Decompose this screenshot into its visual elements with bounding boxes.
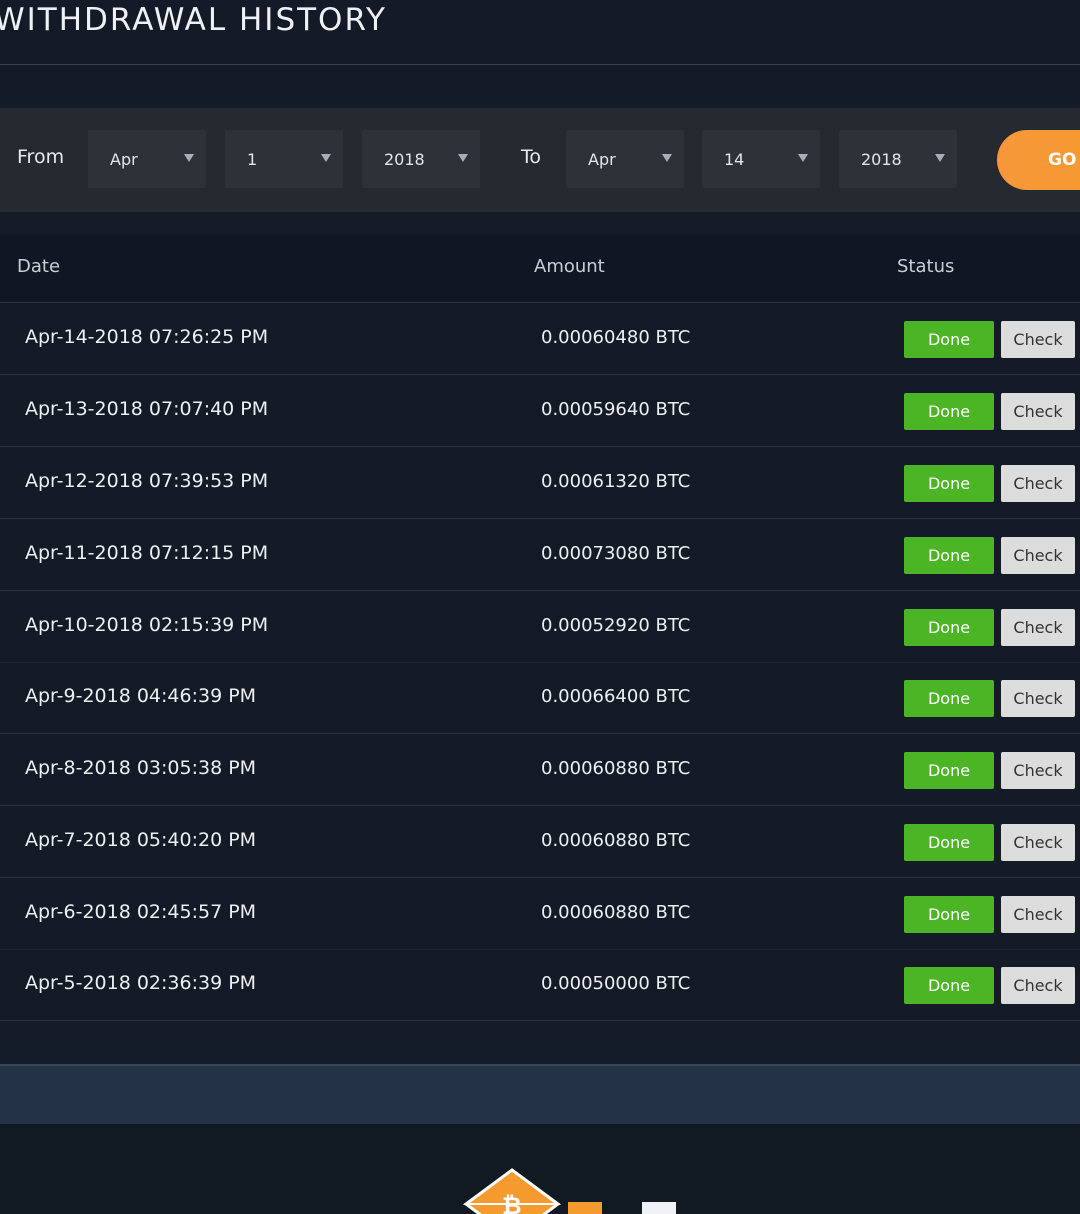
row-date: Apr-14-2018 07:26:25 PM <box>25 326 269 348</box>
check-button[interactable]: Check <box>1001 680 1075 717</box>
table-row: Apr-11-2018 07:12:15 PM 0.00073080 BTC D… <box>0 519 1080 591</box>
row-amount: 0.00060880 BTC <box>541 758 691 779</box>
row-date: Apr-6-2018 02:45:57 PM <box>25 901 257 923</box>
table-row: Apr-13-2018 07:07:40 PM 0.00059640 BTC D… <box>0 375 1080 447</box>
table-row: Apr-14-2018 07:26:25 PM 0.00060480 BTC D… <box>0 303 1080 375</box>
column-header-date: Date <box>17 256 61 277</box>
row-amount: 0.00060880 BTC <box>541 902 691 923</box>
row-date: Apr-9-2018 04:46:39 PM <box>25 685 257 707</box>
chevron-down-icon <box>184 154 194 162</box>
title-divider <box>0 64 1080 65</box>
check-button[interactable]: Check <box>1001 321 1075 358</box>
withdrawal-history-page: WITHDRAWAL HISTORY From Apr 1 2018 To Ap… <box>0 0 1080 1214</box>
to-month-value: Apr <box>588 150 616 169</box>
table-row: Apr-8-2018 03:05:38 PM 0.00060880 BTC Do… <box>0 734 1080 806</box>
check-button[interactable]: Check <box>1001 393 1075 430</box>
chevron-down-icon <box>321 154 331 162</box>
row-date: Apr-5-2018 02:36:39 PM <box>25 972 257 994</box>
table-row: Apr-5-2018 02:36:39 PM 0.00050000 BTC Do… <box>0 949 1080 1021</box>
done-status-button[interactable]: Done <box>904 896 994 933</box>
row-date: Apr-12-2018 07:39:53 PM <box>25 470 269 492</box>
from-year-value: 2018 <box>384 150 425 169</box>
from-day-value: 1 <box>247 150 258 169</box>
done-status-button[interactable]: Done <box>904 824 994 861</box>
done-status-button[interactable]: Done <box>904 680 994 717</box>
to-label: To <box>521 146 542 168</box>
svg-text:₿: ₿ <box>502 1192 522 1214</box>
from-month-select[interactable]: Apr <box>88 130 206 188</box>
chevron-down-icon <box>798 154 808 162</box>
done-status-button[interactable]: Done <box>904 537 994 574</box>
from-month-value: Apr <box>110 150 138 169</box>
table-row: Apr-10-2018 02:15:39 PM 0.00052920 BTC D… <box>0 591 1080 663</box>
to-year-select[interactable]: 2018 <box>839 130 957 188</box>
done-status-button[interactable]: Done <box>904 752 994 789</box>
row-amount: 0.00066400 BTC <box>541 686 691 707</box>
row-date: Apr-11-2018 07:12:15 PM <box>25 542 269 564</box>
done-status-button[interactable]: Done <box>904 967 994 1004</box>
row-amount: 0.00052920 BTC <box>541 615 691 636</box>
bitcoin-diamond-logo-icon: ₿ <box>462 1168 676 1214</box>
row-date: Apr-7-2018 05:40:20 PM <box>25 829 257 851</box>
row-amount: 0.00060480 BTC <box>541 327 691 348</box>
row-amount: 0.00061320 BTC <box>541 471 691 492</box>
check-button[interactable]: Check <box>1001 752 1075 789</box>
from-day-select[interactable]: 1 <box>225 130 343 188</box>
to-month-select[interactable]: Apr <box>566 130 684 188</box>
check-button[interactable]: Check <box>1001 609 1075 646</box>
row-amount: 0.00060880 BTC <box>541 830 691 851</box>
table-row: Apr-7-2018 05:40:20 PM 0.00060880 BTC Do… <box>0 806 1080 878</box>
row-amount: 0.00050000 BTC <box>541 973 691 994</box>
go-button[interactable]: GO <box>997 130 1080 190</box>
done-status-button[interactable]: Done <box>904 393 994 430</box>
from-year-select[interactable]: 2018 <box>362 130 480 188</box>
to-day-value: 14 <box>724 150 745 169</box>
check-button[interactable]: Check <box>1001 824 1075 861</box>
check-button[interactable]: Check <box>1001 896 1075 933</box>
column-header-amount: Amount <box>534 256 605 277</box>
chevron-down-icon <box>935 154 945 162</box>
check-button[interactable]: Check <box>1001 967 1075 1004</box>
table-row: Apr-6-2018 02:45:57 PM 0.00060880 BTC Do… <box>0 878 1080 950</box>
chevron-down-icon <box>662 154 672 162</box>
row-amount: 0.00059640 BTC <box>541 399 691 420</box>
page-title: WITHDRAWAL HISTORY <box>0 2 387 38</box>
from-label: From <box>17 146 65 168</box>
chevron-down-icon <box>458 154 468 162</box>
to-day-select[interactable]: 14 <box>702 130 820 188</box>
bottom-band <box>0 1066 1080 1124</box>
table-row: Apr-9-2018 04:46:39 PM 0.00066400 BTC Do… <box>0 662 1080 734</box>
row-date: Apr-13-2018 07:07:40 PM <box>25 398 269 420</box>
row-amount: 0.00073080 BTC <box>541 543 691 564</box>
column-header-status: Status <box>897 256 955 277</box>
done-status-button[interactable]: Done <box>904 609 994 646</box>
table-row: Apr-12-2018 07:39:53 PM 0.00061320 BTC D… <box>0 447 1080 519</box>
check-button[interactable]: Check <box>1001 465 1075 502</box>
row-date: Apr-8-2018 03:05:38 PM <box>25 757 257 779</box>
row-date: Apr-10-2018 02:15:39 PM <box>25 614 269 636</box>
to-year-value: 2018 <box>861 150 902 169</box>
done-status-button[interactable]: Done <box>904 465 994 502</box>
check-button[interactable]: Check <box>1001 537 1075 574</box>
done-status-button[interactable]: Done <box>904 321 994 358</box>
